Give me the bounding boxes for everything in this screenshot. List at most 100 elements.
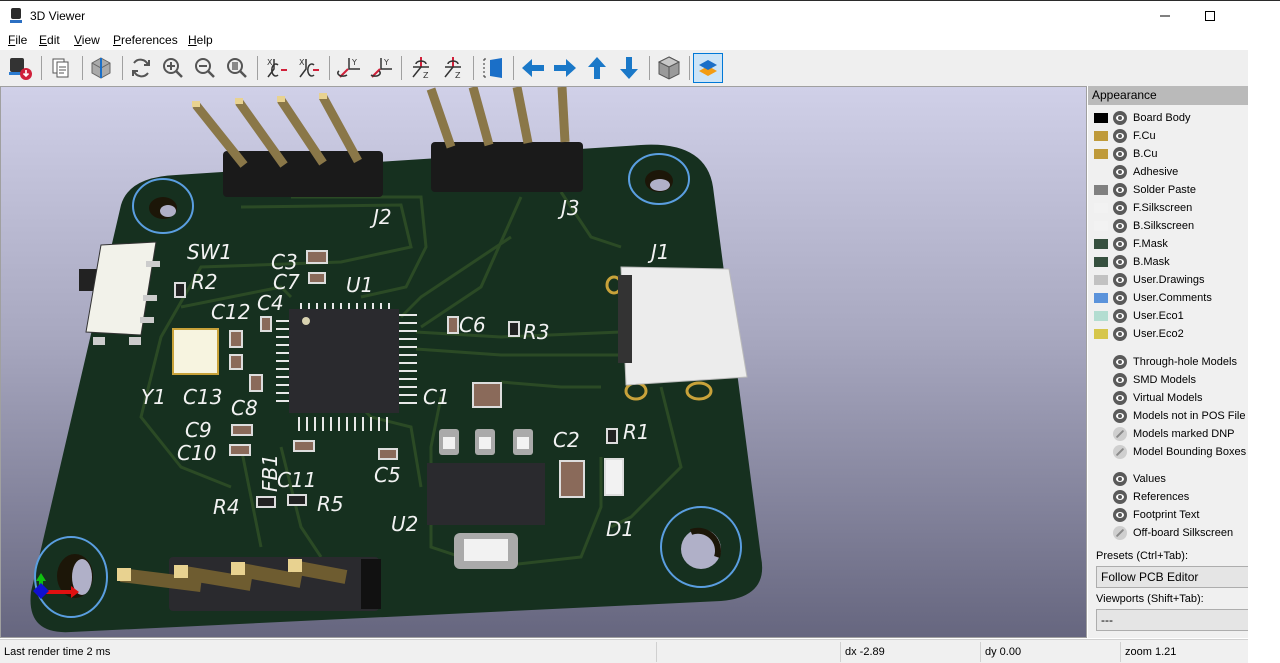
eye-icon[interactable] xyxy=(1113,355,1127,369)
appearance-row-adhesive[interactable]: Adhesive xyxy=(1094,163,1178,181)
zoom-in-button[interactable] xyxy=(158,53,188,83)
menu-help[interactable]: Help xyxy=(188,33,213,47)
move-left-button[interactable] xyxy=(518,53,548,83)
render-raytracing-button[interactable] xyxy=(654,53,684,83)
appearance-row-user-eco2[interactable]: User.Eco2 xyxy=(1094,325,1184,343)
move-down-button[interactable] xyxy=(614,53,644,83)
zoom-fit-button[interactable] xyxy=(222,53,252,83)
eye-hidden-icon[interactable] xyxy=(1113,427,1127,441)
move-right-button[interactable] xyxy=(550,53,580,83)
appearance-row-user-drawings[interactable]: User.Drawings xyxy=(1094,271,1205,289)
appearance-row-label: B.Cu xyxy=(1133,148,1158,160)
appearance-row-f-cu[interactable]: F.Cu xyxy=(1094,127,1156,145)
eye-icon[interactable] xyxy=(1113,219,1127,233)
eye-hidden-icon[interactable] xyxy=(1113,445,1127,459)
layer-color-swatch[interactable] xyxy=(1094,257,1108,267)
presets-dropdown[interactable]: Follow PCB Editor xyxy=(1096,566,1248,588)
eye-icon[interactable] xyxy=(1113,391,1127,405)
rotate-y-cw-button[interactable]: Y xyxy=(334,53,364,83)
appearance-row-user-eco1[interactable]: User.Eco1 xyxy=(1094,307,1184,325)
eye-icon[interactable] xyxy=(1113,490,1127,504)
eye-icon[interactable] xyxy=(1113,111,1127,125)
appearance-row-user-comments[interactable]: User.Comments xyxy=(1094,289,1212,307)
layer-color-swatch[interactable] xyxy=(1094,203,1108,213)
appearance-row-board-body[interactable]: Board Body xyxy=(1094,109,1190,127)
appearance-row-off-board-silkscreen[interactable]: Off-board Silkscreen xyxy=(1094,524,1233,542)
appearance-row-b-mask[interactable]: B.Mask xyxy=(1094,253,1170,271)
appearance-row-models-marked-dnp[interactable]: Models marked DNP xyxy=(1094,425,1234,443)
appearance-row-virtual-models[interactable]: Virtual Models xyxy=(1094,389,1203,407)
eye-icon[interactable] xyxy=(1113,147,1127,161)
layer-color-swatch[interactable] xyxy=(1094,149,1108,159)
appearance-row-b-silkscreen[interactable]: B.Silkscreen xyxy=(1094,217,1194,235)
zoom-out-button[interactable] xyxy=(190,53,220,83)
redraw-button[interactable] xyxy=(126,53,156,83)
toggle-ortho-button[interactable] xyxy=(86,53,116,83)
3d-viewport[interactable]: J2 J3 J1 SW1 R2 C3 C7 U1 C4 C12 C6 R3 Y1… xyxy=(0,86,1087,638)
eye-icon[interactable] xyxy=(1113,183,1127,197)
layer-color-swatch[interactable] xyxy=(1094,185,1108,195)
ref-label-c12: C12 xyxy=(211,300,250,324)
layer-color-swatch[interactable] xyxy=(1094,311,1108,321)
eye-icon[interactable] xyxy=(1113,472,1127,486)
layers-icon xyxy=(699,60,717,76)
eye-icon[interactable] xyxy=(1113,309,1127,323)
toolbar-separator xyxy=(513,56,514,80)
appearance-row-label: F.Mask xyxy=(1133,238,1168,250)
appearance-row-values[interactable]: Values xyxy=(1094,470,1166,488)
appearance-row-through-hole-models[interactable]: Through-hole Models xyxy=(1094,353,1237,371)
reload-board-button[interactable] xyxy=(5,53,35,83)
menu-file[interactable]: File xyxy=(8,33,27,47)
appearance-row-solder-paste[interactable]: Solder Paste xyxy=(1094,181,1196,199)
layer-color-swatch[interactable] xyxy=(1094,293,1108,303)
appearance-row-f-mask[interactable]: F.Mask xyxy=(1094,235,1168,253)
copy-to-clipboard-button[interactable] xyxy=(46,53,76,83)
flip-board-button[interactable] xyxy=(478,53,508,83)
menu-edit[interactable]: Edit xyxy=(39,33,60,47)
layer-color-swatch[interactable] xyxy=(1094,275,1108,285)
appearance-row-b-cu[interactable]: B.Cu xyxy=(1094,145,1157,163)
eye-icon[interactable] xyxy=(1113,237,1127,251)
eye-icon[interactable] xyxy=(1113,291,1127,305)
appearance-row-model-bounding-boxes[interactable]: Model Bounding Boxes xyxy=(1094,443,1246,461)
appearance-row-footprint-text[interactable]: Footprint Text xyxy=(1094,506,1199,524)
minimize-button[interactable] xyxy=(1142,1,1188,31)
arrow-left-icon xyxy=(522,59,544,77)
appearance-row-references[interactable]: References xyxy=(1094,488,1189,506)
eye-icon[interactable] xyxy=(1113,129,1127,143)
move-up-button[interactable] xyxy=(582,53,612,83)
rotate-x-ccw-button[interactable]: X xyxy=(294,53,324,83)
status-bar: Last render time 2 ms dx -2.89 dy 0.00 z… xyxy=(0,639,1248,663)
eye-icon[interactable] xyxy=(1113,327,1127,341)
appearance-row-models-not-in-pos-file[interactable]: Models not in POS File xyxy=(1094,407,1246,425)
viewports-dropdown[interactable]: --- xyxy=(1096,609,1248,631)
eye-icon[interactable] xyxy=(1113,255,1127,269)
rotate-x-cw-button[interactable]: X xyxy=(262,53,292,83)
layer-color-swatch[interactable] xyxy=(1094,131,1108,141)
rotate-y-ccw-button[interactable]: Y xyxy=(366,53,396,83)
eye-icon[interactable] xyxy=(1113,508,1127,522)
layer-color-swatch[interactable] xyxy=(1094,239,1108,249)
ref-label-d1: D1 xyxy=(606,517,634,541)
appearance-row-smd-models[interactable]: SMD Models xyxy=(1094,371,1196,389)
eye-icon[interactable] xyxy=(1113,273,1127,287)
eye-icon[interactable] xyxy=(1113,165,1127,179)
rotate-z-ccw-button[interactable]: Z xyxy=(438,53,468,83)
eye-hidden-icon[interactable] xyxy=(1113,526,1127,540)
rotate-z-cw-button[interactable]: Z xyxy=(406,53,436,83)
layer-color-swatch[interactable] xyxy=(1094,329,1108,339)
layer-color-swatch[interactable] xyxy=(1094,113,1108,123)
eye-icon[interactable] xyxy=(1113,409,1127,423)
menu-view[interactable]: View xyxy=(74,33,100,47)
ref-label-u1: U1 xyxy=(346,273,373,297)
menu-preferences[interactable]: Preferences xyxy=(113,33,178,47)
maximize-button[interactable] xyxy=(1187,1,1233,31)
eye-icon[interactable] xyxy=(1113,201,1127,215)
ref-label-r4: R4 xyxy=(213,495,240,519)
layer-color-swatch[interactable] xyxy=(1094,221,1108,231)
appearance-row-f-silkscreen[interactable]: F.Silkscreen xyxy=(1094,199,1192,217)
crystal-y1 xyxy=(172,328,219,375)
toggle-appearance-panel-button[interactable] xyxy=(693,53,723,83)
pcb-render[interactable]: J2 J3 J1 SW1 R2 C3 C7 U1 C4 C12 C6 R3 Y1… xyxy=(1,87,1087,638)
eye-icon[interactable] xyxy=(1113,373,1127,387)
